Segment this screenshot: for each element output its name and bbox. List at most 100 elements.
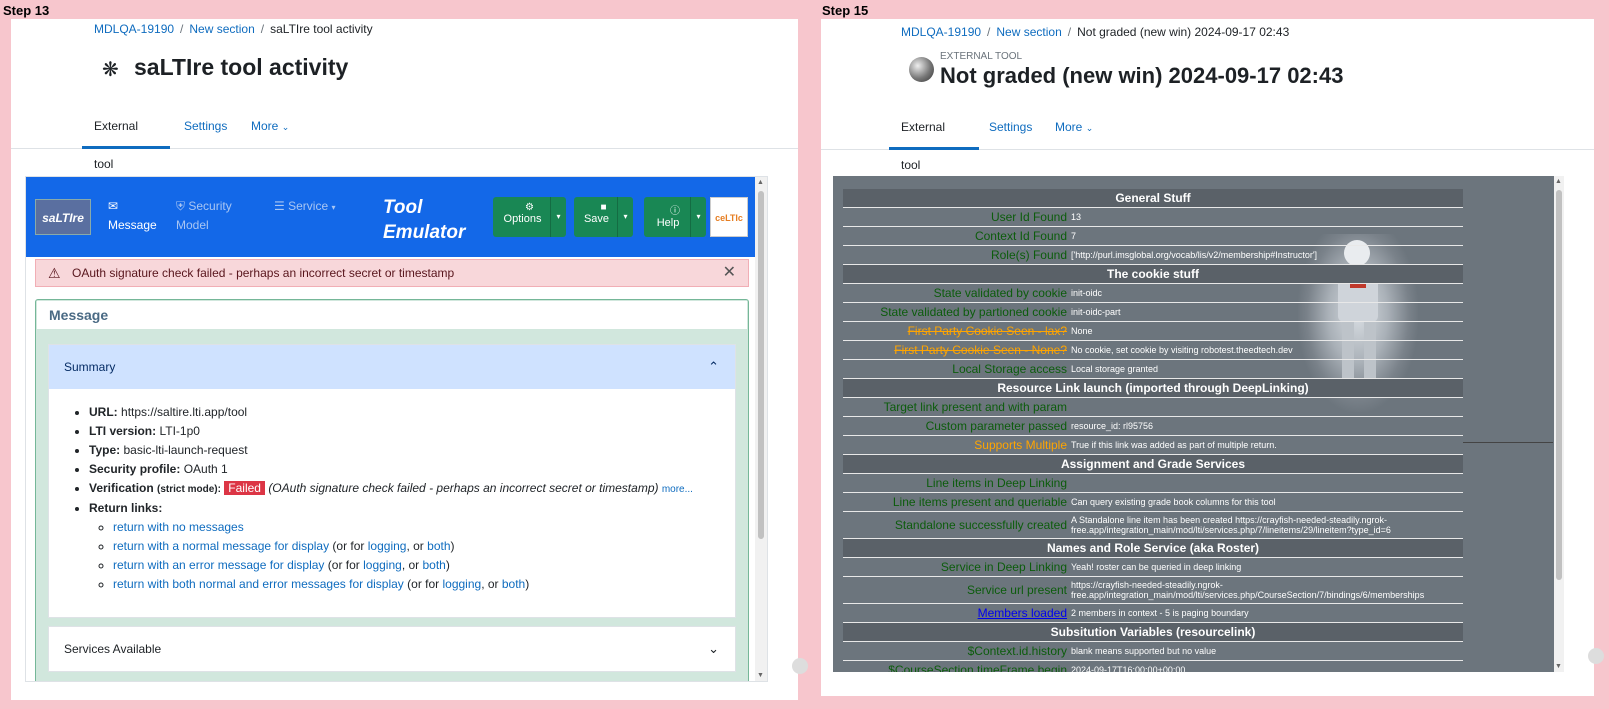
breadcrumb-section[interactable]: New section: [189, 22, 254, 36]
section-header-row: The cookie stuff: [843, 265, 1463, 284]
return-link-text: (or for: [324, 558, 364, 572]
tool-globe-icon: [909, 57, 934, 82]
return-links-list: return with no messages return with a no…: [113, 518, 693, 594]
row-label: Target link present and with param: [883, 400, 1067, 414]
logging-link[interactable]: logging: [442, 577, 481, 591]
save-dropdown-toggle[interactable]: ▾: [617, 197, 633, 237]
tab-more[interactable]: More ⌄: [1043, 108, 1105, 150]
breadcrumb-course[interactable]: MDLQA-19190: [94, 22, 174, 36]
logging-link[interactable]: logging: [363, 558, 402, 572]
alert-text: OAuth signature check failed - perhaps a…: [72, 266, 455, 280]
celtic-logo: ceLTIc: [710, 197, 748, 237]
table-row: Supports Multiple True if this link was a…: [843, 436, 1463, 455]
table-row: State validated by cookie init-oidc: [843, 284, 1463, 303]
saltire-logo[interactable]: saLTIre: [35, 199, 91, 235]
summary-header[interactable]: Summary ⌃: [49, 345, 735, 389]
tab-external-tool[interactable]: External tool: [889, 108, 979, 172]
list-item: LTI version: LTI-1p0: [89, 422, 693, 441]
scrollbar[interactable]: ▲ ▼: [1554, 176, 1564, 672]
scroll-thumb[interactable]: [1556, 190, 1562, 580]
row-label: Standalone successfully created: [894, 518, 1067, 532]
return-link[interactable]: return with no messages: [113, 520, 244, 534]
tab-more-label: More: [1055, 120, 1083, 134]
chevron-down-icon: ⌄: [281, 122, 290, 132]
puzzle-icon: ❋: [102, 59, 119, 81]
tool-iframe: saLTIre ✉ Message ⛨ Security Model ☰ Ser…: [25, 176, 768, 682]
row-label: Context Id Found: [974, 229, 1067, 243]
tab-settings[interactable]: Settings: [977, 108, 1044, 150]
lti-value: LTI-1p0: [159, 424, 200, 438]
return-link-text: (or for: [403, 577, 443, 591]
return-link[interactable]: return with both normal and error messag…: [113, 577, 404, 591]
scroll-down-icon[interactable]: ▼: [1555, 663, 1562, 670]
scroll-up-icon[interactable]: ▲: [757, 179, 764, 186]
security-value: OAuth 1: [183, 462, 228, 476]
table-row: Standalone successfully created A Standal…: [843, 512, 1463, 539]
help-button[interactable]: ⓘ Help ▾: [644, 197, 706, 237]
divider: [1463, 442, 1553, 443]
more-link[interactable]: more...: [662, 484, 693, 495]
scroll-marker: [792, 658, 808, 674]
table-row: User Id Found 13: [843, 208, 1463, 227]
scroll-down-icon[interactable]: ▼: [757, 672, 764, 679]
summary-card: Summary ⌃ URL: https://saltire.lti.app/t…: [48, 344, 736, 618]
nav-service[interactable]: ☰ Service ▾: [274, 197, 335, 217]
return-link-text: ): [445, 558, 450, 572]
message-panel: Message Summary ⌃ URL: https://saltire.l…: [35, 299, 749, 681]
tab-more[interactable]: More ⌄: [239, 107, 301, 149]
both-link[interactable]: both: [502, 577, 525, 591]
row-value: resource_id: rl95756: [1071, 421, 1154, 431]
row-value: 2024-09-17T16:00:00+00:00: [1071, 665, 1186, 672]
list-item: Security profile: OAuth 1: [89, 460, 693, 479]
chevron-up-icon: ⌃: [708, 359, 719, 374]
tab-more-label: More: [251, 119, 279, 133]
tab-bar: External tool Settings More ⌄: [821, 108, 1594, 172]
caret-down-icon: ▾: [331, 203, 336, 212]
row-label: Service in Deep Linking: [940, 560, 1067, 574]
page-title: Not graded (new win) 2024-09-17 02:43: [940, 63, 1344, 88]
return-link[interactable]: return with an error message for display: [113, 558, 324, 572]
row-label: State validated by cookie: [933, 286, 1067, 300]
breadcrumb-section[interactable]: New section: [996, 25, 1061, 39]
tab-external-tool[interactable]: External tool: [82, 107, 170, 171]
table-row: Custom parameter passed resource_id: rl95…: [843, 417, 1463, 436]
breadcrumb-course[interactable]: MDLQA-19190: [901, 25, 981, 39]
row-label: Line items present and queriable: [892, 495, 1067, 509]
row-value: Can query existing grade book columns fo…: [1071, 497, 1276, 507]
row-label: Line items in Deep Linking: [926, 476, 1067, 490]
tool-title-line1: Tool: [383, 197, 423, 218]
list-item: Verification (strict mode): Failed (OAut…: [89, 479, 693, 499]
row-value: Local storage granted: [1071, 364, 1159, 374]
return-link-item: return with no messages: [113, 518, 693, 537]
tool-emulator-title: Tool Emulator: [383, 195, 465, 245]
scroll-thumb[interactable]: [758, 191, 764, 539]
table-row: Members loaded 2 members in context - 5 i…: [843, 604, 1463, 623]
both-link[interactable]: both: [427, 539, 450, 553]
logging-link[interactable]: logging: [368, 539, 407, 553]
scrollbar[interactable]: ▲ ▼: [755, 177, 767, 681]
save-button[interactable]: ■ Save ▾: [574, 197, 633, 237]
breadcrumb-current: saLTIre tool activity: [270, 22, 373, 36]
list-item: URL: https://saltire.lti.app/tool: [89, 403, 693, 422]
help-dropdown-toggle[interactable]: ▾: [690, 197, 706, 237]
list-item: Type: basic-lti-launch-request: [89, 441, 693, 460]
row-label: User Id Found: [990, 210, 1067, 224]
tab-settings[interactable]: Settings: [172, 107, 239, 149]
table-row: Line items in Deep Linking: [843, 474, 1463, 493]
failed-badge: Failed: [224, 481, 265, 495]
close-icon[interactable]: ✕: [723, 260, 736, 286]
nav-message[interactable]: ✉ Message: [108, 197, 157, 235]
return-link[interactable]: return with a normal message for display: [113, 539, 329, 553]
row-label: $Context.id.history: [967, 644, 1067, 658]
table-row: Target link present and with param: [843, 398, 1463, 417]
both-link[interactable]: both: [422, 558, 445, 572]
options-dropdown-toggle[interactable]: ▾: [550, 197, 566, 237]
row-value: A Standalone line item has been created …: [1071, 515, 1391, 535]
row-label[interactable]: Members loaded: [843, 604, 1067, 622]
services-header[interactable]: Services Available ⌄: [49, 627, 735, 671]
nav-security-model[interactable]: ⛨ Security Model: [176, 197, 232, 235]
table-row: First Party Cookie Seen - None? No cookie…: [843, 341, 1463, 360]
scroll-up-icon[interactable]: ▲: [1555, 178, 1562, 185]
options-button[interactable]: ⚙ Options ▾: [493, 197, 566, 237]
warning-icon: ⚠: [48, 265, 61, 281]
